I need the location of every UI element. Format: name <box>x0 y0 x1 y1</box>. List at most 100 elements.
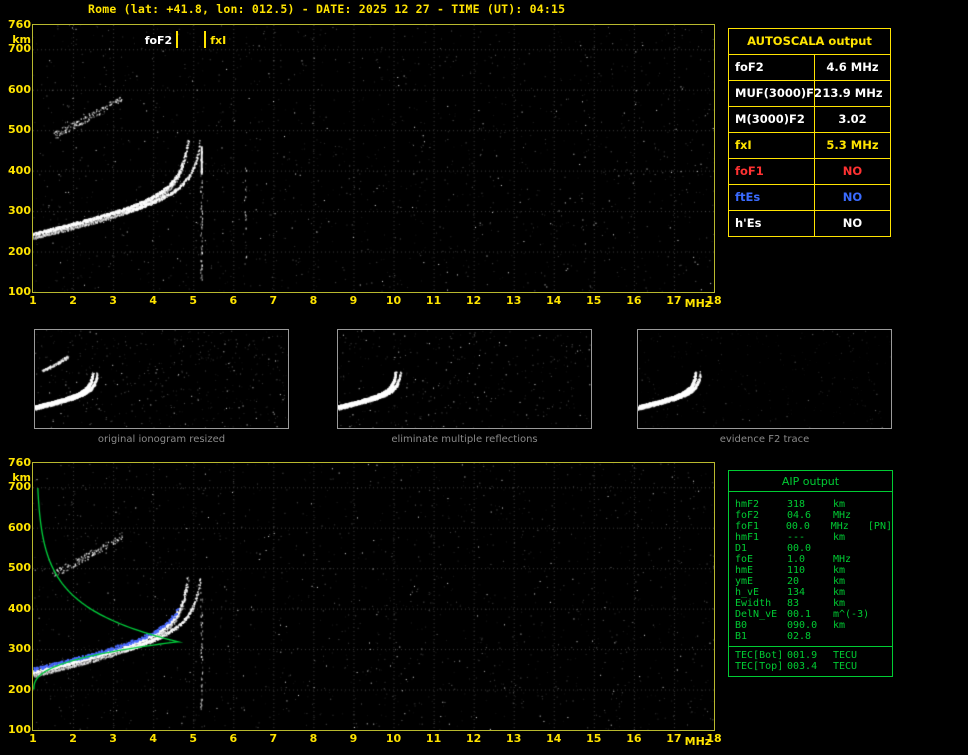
aip-param-label: D1 <box>735 543 748 554</box>
mhz-tick-label: 9 <box>349 294 358 307</box>
aip-param-value: 090.0 <box>787 620 818 631</box>
aip-param-value: 003.4 <box>787 661 818 672</box>
mhz-tick-label: 11 <box>425 294 442 307</box>
fxI-marker-line <box>204 31 207 48</box>
foF2-marker-line <box>176 31 179 48</box>
aip-row: B0 090.0 km <box>735 620 892 631</box>
thumbnail-caption-f2-evidence: evidence F2 trace <box>719 434 810 445</box>
aip-param-value: 04.6 <box>787 510 812 521</box>
autoscala-screen: Rome (lat: +41.8, lon: 012.5) - DATE: 20… <box>0 0 968 755</box>
thumbnail-original-ionogram <box>34 329 289 429</box>
aip-param-extra <box>871 587 892 598</box>
thumbnail-caption-original: original ionogram resized <box>97 434 226 445</box>
mhz-tick-label: 7 <box>269 294 278 307</box>
mhz-tick-label: 1 <box>29 294 37 307</box>
aip-row: ymE 20 km <box>735 576 892 587</box>
aip-param-value: 318 <box>787 499 806 510</box>
mhz-tick-label: 8 <box>309 294 318 307</box>
thumbnail-no-reflections-canvas <box>338 330 591 428</box>
aip-param-extra <box>871 510 892 521</box>
mhz-tick-label: 6 <box>229 732 238 745</box>
aip-param-value: 001.9 <box>787 650 818 661</box>
mhz-tick-label: 7 <box>269 732 278 745</box>
aip-header: AIP output <box>729 471 892 492</box>
aip-param-extra <box>871 620 892 631</box>
km-tick-label: 200 <box>8 244 31 258</box>
aip-param-value: 83 <box>787 598 800 609</box>
mhz-tick-label: 15 <box>586 294 602 307</box>
mhz-tick-label: 4 <box>149 294 157 307</box>
aip-param-extra <box>871 631 892 642</box>
aip-row: hmF1 --- km <box>735 532 892 543</box>
thumbnail-caption-no-reflections: eliminate multiple reflections <box>391 434 538 445</box>
aip-param-label: TEC[Top] <box>735 661 784 672</box>
autoscala-row-value: 3.02 <box>838 112 867 126</box>
bottom-ionogram-canvas <box>33 463 714 730</box>
mhz-tick-label: 12 <box>465 294 482 307</box>
km-tick-label: 300 <box>8 642 31 656</box>
mhz-tick-label: 5 <box>189 732 198 745</box>
autoscala-row: M(3000)F2 3.02 <box>729 106 890 132</box>
mhz-tick-label: 16 <box>626 294 642 307</box>
aip-param-value: 00.0 <box>785 521 810 532</box>
autoscala-row-label: M(3000)F2 <box>729 107 815 132</box>
km-tick-label: 400 <box>8 601 31 615</box>
mhz-tick-label: 11 <box>425 732 442 745</box>
aip-param-label: B1 <box>735 631 748 642</box>
autoscala-row: h'Es NO <box>729 210 890 236</box>
autoscala-row-value: NO <box>842 190 863 204</box>
mhz-tick-label: 13 <box>506 732 522 745</box>
mhz-tick-label: 2 <box>69 294 77 307</box>
aip-param-extra <box>871 576 892 587</box>
page-title: Rome (lat: +41.8, lon: 012.5) - DATE: 20… <box>88 2 566 16</box>
aip-param-label: hmF2 <box>735 499 760 510</box>
aip-param-unit: km <box>833 576 846 587</box>
aip-row: hmE 110 km <box>735 565 892 576</box>
aip-row: D1 00.0 <box>735 543 892 554</box>
aip-param-unit: km <box>833 499 846 510</box>
autoscala-row-label: foF1 <box>729 159 815 184</box>
aip-param-unit: MHz <box>830 521 849 532</box>
aip-param-extra <box>871 499 892 510</box>
aip-param-value: 134 <box>787 587 806 598</box>
aip-row: foE 1.0 MHz <box>735 554 892 565</box>
mhz-tick-label: 8 <box>309 732 318 745</box>
top-km-axis: 760 700 600 500 400 300 200 100 km <box>2 19 31 298</box>
aip-param-label: ymE <box>735 576 754 587</box>
autoscala-header: AUTOSCALA output <box>747 34 872 48</box>
mhz-tick-label: 3 <box>109 294 117 307</box>
mhz-tick-label: 4 <box>149 732 157 745</box>
aip-table: AIP output hmF2 318 km foF2 04.6 MHz foF1 00.0 M… <box>728 470 893 677</box>
aip-param-label: foF2 <box>735 510 760 521</box>
autoscala-row-value: 13.9 MHz <box>822 86 883 100</box>
aip-row: foF2 04.6 MHz <box>735 510 892 521</box>
autoscala-row-label: MUF(3000)F2 <box>729 81 822 106</box>
aip-tec-row: TEC[Top] 003.4 TECU <box>735 661 892 672</box>
aip-param-unit: km <box>833 532 846 543</box>
aip-param-unit: km <box>833 620 846 631</box>
aip-param-unit: TECU <box>833 650 858 661</box>
aip-param-unit <box>833 631 871 642</box>
aip-param-extra <box>871 565 892 576</box>
aip-param-extra <box>871 532 892 543</box>
aip-param-unit: km <box>833 598 846 609</box>
thumbnail-original-canvas <box>35 330 288 428</box>
thumbnail-no-reflections <box>337 329 592 429</box>
mhz-tick-label: 12 <box>465 732 482 745</box>
autoscala-row-label: ftEs <box>729 185 815 210</box>
mhz-tick-label: 2 <box>69 732 77 745</box>
km-tick-label: 600 <box>8 520 31 534</box>
autoscala-row-value: 4.6 MHz <box>826 60 879 74</box>
mhz-unit-label: MHz <box>684 735 712 748</box>
aip-param-label: hmE <box>735 565 754 576</box>
km-unit-label: km <box>12 33 31 46</box>
aip-param-extra <box>871 609 892 620</box>
bottom-km-axis: 760 700 600 500 400 300 200 100 km <box>2 457 31 736</box>
aip-param-label: DelN_vE <box>735 609 778 620</box>
aip-param-extra <box>871 554 892 565</box>
aip-row: DelN_vE 00.1 m^(-3) <box>735 609 892 620</box>
aip-param-unit: MHz <box>833 510 852 521</box>
autoscala-row-label: h'Es <box>729 211 815 236</box>
autoscala-row: foF1 NO <box>729 158 890 184</box>
aip-row: h_vE 134 km <box>735 587 892 598</box>
